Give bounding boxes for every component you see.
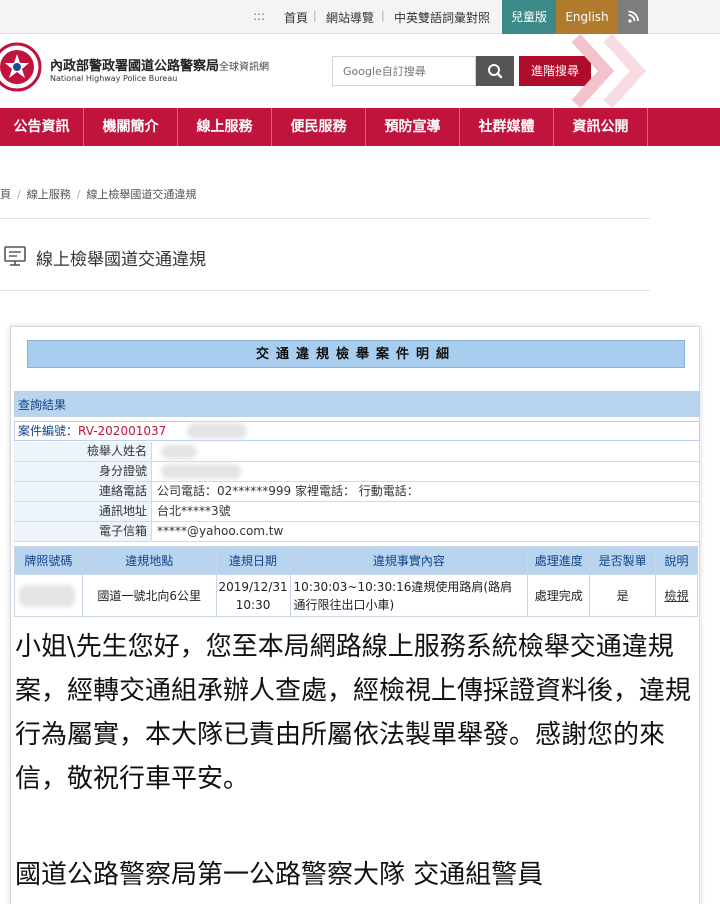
nav-item-public-services[interactable]: 便民服務: [272, 108, 366, 146]
search-button[interactable]: [476, 56, 514, 86]
link-separator: |: [381, 9, 385, 22]
view-detail-link[interactable]: 檢視: [655, 574, 698, 617]
address-label: 通訊地址: [14, 502, 152, 521]
nav-item-about[interactable]: 機關簡介: [84, 108, 178, 146]
breadcrumb-current[interactable]: 線上檢舉國道交通違規: [86, 188, 196, 201]
reply-signature: 國道公路警察局第一公路警察大隊 交通組警員: [15, 860, 544, 890]
phone-label: 連絡電話: [14, 482, 152, 501]
redaction-blur: [187, 423, 247, 439]
table-row: 國道一號北向6公里 2019/12/31 10:30 10:30:03~10:3…: [14, 574, 698, 617]
content-line-2: 通行限往出口小車): [293, 597, 395, 612]
main-navigation: 公告資訊 機關簡介 線上服務 便民服務 預防宣導 社群媒體 資訊公開: [0, 108, 720, 146]
col-detail: 說明: [655, 546, 698, 575]
case-number-value: RV-202001037: [78, 424, 167, 438]
violation-table-header-row: 牌照號碼 違規地點 違規日期 違規事實內容 處理進度 是否製單 說明: [14, 546, 698, 575]
rss-button[interactable]: [618, 0, 648, 34]
breadcrumb-home[interactable]: 頁: [0, 188, 11, 201]
violation-table: 牌照號碼 違規地點 違規日期 違規事實內容 處理進度 是否製單 說明 國道一號北…: [14, 546, 698, 617]
sitemap-link[interactable]: 網站導覽: [326, 9, 374, 26]
ticketed-cell: 是: [589, 574, 657, 617]
nav-item-announcements[interactable]: 公告資訊: [0, 108, 84, 146]
col-content: 違規事實內容: [289, 546, 529, 575]
col-status: 處理進度: [527, 546, 591, 575]
phone-value: 公司電話：02******999 家裡電話： 行動電話：: [157, 484, 419, 498]
email-label: 電子信箱: [14, 522, 152, 541]
case-number-row: 案件編號：RV-202001037: [14, 421, 700, 441]
search-input[interactable]: [333, 57, 475, 85]
divider: [0, 218, 650, 219]
content-line-1: 10:30:03~10:30:16違規使用路肩(路肩: [293, 579, 513, 594]
agency-name[interactable]: 內政部警政署國道公路警察局全球資訊網: [50, 55, 269, 74]
divider: [0, 290, 650, 291]
redaction-blur: [161, 464, 241, 479]
content-cell: 10:30:03~10:30:16違規使用路肩(路肩 通行限往出口小車): [289, 574, 529, 617]
reporter-name-label: 檢舉人姓名: [14, 442, 152, 461]
rss-icon: [628, 10, 639, 23]
site-header: 內政部警政署國道公路警察局全球資訊網 National Highway Poli…: [0, 34, 720, 108]
utility-bar: ::: 首頁 | 網站導覽 | 中英雙語詞彙對照 兒童版 English: [0, 0, 720, 34]
agency-name-cn: 內政部警政署國道公路警察局: [50, 59, 220, 74]
id-number-label: 身分證號: [14, 462, 152, 481]
query-result-header: 查詢結果: [14, 391, 700, 417]
info-row-email: 電子信箱 *****@yahoo.com.tw: [14, 522, 700, 542]
link-separator: |: [313, 9, 317, 22]
home-link[interactable]: 首頁: [284, 9, 308, 26]
agency-name-suffix: 全球資訊網: [219, 62, 270, 73]
redaction-blur: [19, 585, 75, 607]
status-cell: 處理完成: [527, 574, 591, 617]
address-value: 台北*****3號: [157, 504, 231, 518]
col-location: 違規地點: [81, 546, 217, 575]
date-line-1: 2019/12/31: [218, 579, 288, 594]
case-detail-card: 交通違規檢舉案件明細 查詢結果 案件編號：RV-202001037 檢舉人姓名 …: [10, 326, 700, 904]
search-field[interactable]: [332, 56, 476, 86]
col-ticketed: 是否製單: [589, 546, 657, 575]
breadcrumb: 頁 / 線上服務 / 線上檢舉國道交通違規: [0, 186, 196, 202]
date-line-2: 10:30: [235, 597, 271, 612]
info-row-id: 身分證號: [14, 462, 700, 482]
breadcrumb-online-services[interactable]: 線上服務: [27, 188, 71, 201]
glossary-link[interactable]: 中英雙語詞彙對照: [394, 9, 490, 26]
info-row-phone: 連絡電話 公司電話：02******999 家裡電話： 行動電話：: [14, 482, 700, 502]
kids-version-button[interactable]: 兒童版: [502, 0, 556, 34]
date-cell: 2019/12/31 10:30: [215, 574, 291, 617]
agency-name-en: National Highway Police Bureau: [50, 74, 178, 83]
col-plate: 牌照號碼: [14, 546, 83, 575]
info-row-name: 檢舉人姓名: [14, 442, 700, 462]
english-button[interactable]: English: [556, 0, 618, 34]
chevron-decoration-icon: [572, 34, 647, 108]
nav-item-prevention[interactable]: 預防宣導: [366, 108, 460, 146]
case-detail-title: 交通違規檢舉案件明細: [27, 340, 685, 368]
reply-message: 小姐\先生您好，您至本局網路線上服務系統檢舉交通違規案，經轉交通組承辦人查處，經…: [15, 632, 692, 794]
location-cell: 國道一號北向6公里: [81, 574, 217, 617]
monitor-report-icon: [4, 246, 26, 266]
nav-item-open-info[interactable]: 資訊公開: [554, 108, 648, 146]
nav-item-online-services[interactable]: 線上服務: [178, 108, 272, 146]
breadcrumb-separator: /: [76, 188, 81, 201]
breadcrumb-separator: /: [17, 188, 21, 201]
page-title: 線上檢舉國道交通違規: [36, 250, 206, 270]
email-value: *****@yahoo.com.tw: [157, 524, 284, 538]
redaction-blur: [161, 445, 197, 459]
nav-item-social-media[interactable]: 社群媒體: [460, 108, 554, 146]
case-number-label: 案件編號：: [18, 424, 79, 438]
info-row-address: 通訊地址 台北*****3號: [14, 502, 700, 522]
police-badge-logo-icon[interactable]: [0, 42, 42, 92]
search-icon: [488, 64, 503, 79]
col-date: 違規日期: [215, 546, 291, 575]
accesskey-dots[interactable]: :::: [253, 9, 265, 23]
